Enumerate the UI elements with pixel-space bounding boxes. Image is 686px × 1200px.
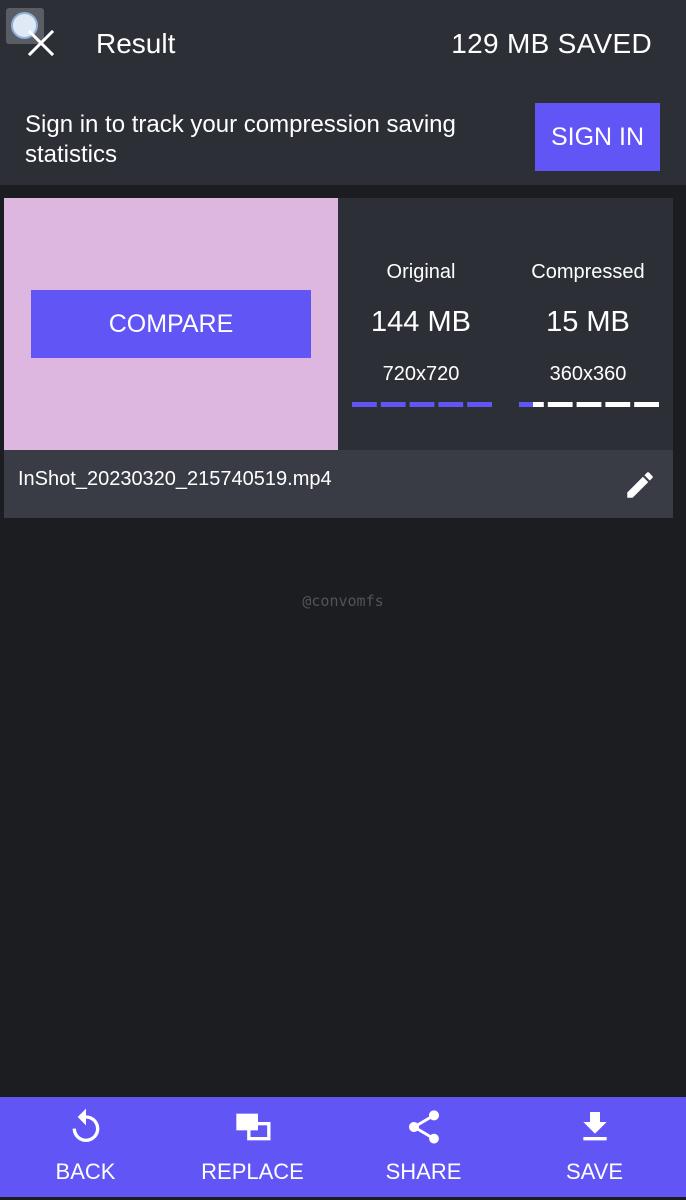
pencil-icon [627, 472, 653, 498]
back-button[interactable]: BACK [0, 1097, 171, 1197]
top-bar: Result 129 MB SAVED Sign in to track you… [0, 0, 686, 185]
result-card: COMPARE Original 144 MB 720x720 Compress… [4, 198, 673, 518]
original-stats: Original 144 MB 720x720 [339, 198, 503, 450]
signin-message: Sign in to track your compression saving… [25, 111, 456, 168]
close-icon [27, 29, 55, 57]
share-label: SHARE [385, 1159, 462, 1184]
original-bar-fill-4 [467, 402, 492, 407]
original-size-bar [352, 402, 492, 407]
file-name: InShot_20230320_215740519.mp4 [18, 468, 332, 490]
close-button[interactable] [22, 24, 60, 62]
page-title: Result [96, 28, 176, 59]
watermark-text: @convomfs [302, 592, 384, 610]
compressed-bar-empty-0 [533, 402, 544, 407]
replace-button[interactable]: REPLACE [167, 1097, 338, 1197]
compressed-bar-empty-3 [605, 402, 631, 407]
app-screen: Result 129 MB SAVED Sign in to track you… [0, 0, 686, 1200]
rename-button[interactable] [623, 468, 657, 502]
compressed-bar-fill-0 [519, 402, 533, 407]
saved-amount: 129 MB SAVED [451, 28, 652, 59]
compressed-size-bar [519, 402, 659, 407]
download-icon [582, 1112, 607, 1141]
bottom-action-bar: BACK REPLACE SHARE SAVE [0, 1097, 686, 1197]
compressed-stats: Compressed 15 MB 360x360 [506, 198, 670, 450]
compressed-bar-empty-4 [634, 402, 659, 407]
undo-icon [72, 1108, 99, 1142]
original-bar-fill-3 [438, 402, 464, 407]
compressed-bar-empty-1 [547, 402, 573, 407]
compressed-resolution: 360x360 [549, 363, 627, 385]
compressed-size: 15 MB [546, 306, 630, 338]
share-icon [408, 1110, 439, 1144]
original-label: Original [386, 261, 456, 283]
original-bar-fill-2 [409, 402, 435, 407]
sign-in-button[interactable]: SIGN IN [535, 103, 660, 171]
compressed-label: Compressed [531, 261, 645, 283]
original-resolution: 720x720 [382, 363, 460, 385]
original-bar-fill-0 [352, 402, 377, 407]
replace-icon [235, 1113, 270, 1141]
file-row: InShot_20230320_215740519.mp4 [4, 450, 673, 518]
save-button[interactable]: SAVE [509, 1097, 680, 1197]
original-bar-fill-1 [380, 402, 406, 407]
replace-label: REPLACE [201, 1159, 304, 1184]
video-thumbnail: COMPARE [4, 198, 338, 450]
back-label: BACK [55, 1159, 116, 1184]
save-label: SAVE [565, 1159, 624, 1184]
share-button[interactable]: SHARE [338, 1097, 509, 1197]
compressed-bar-empty-2 [576, 402, 602, 407]
compare-button[interactable]: COMPARE [31, 290, 311, 358]
original-size: 144 MB [371, 306, 471, 338]
